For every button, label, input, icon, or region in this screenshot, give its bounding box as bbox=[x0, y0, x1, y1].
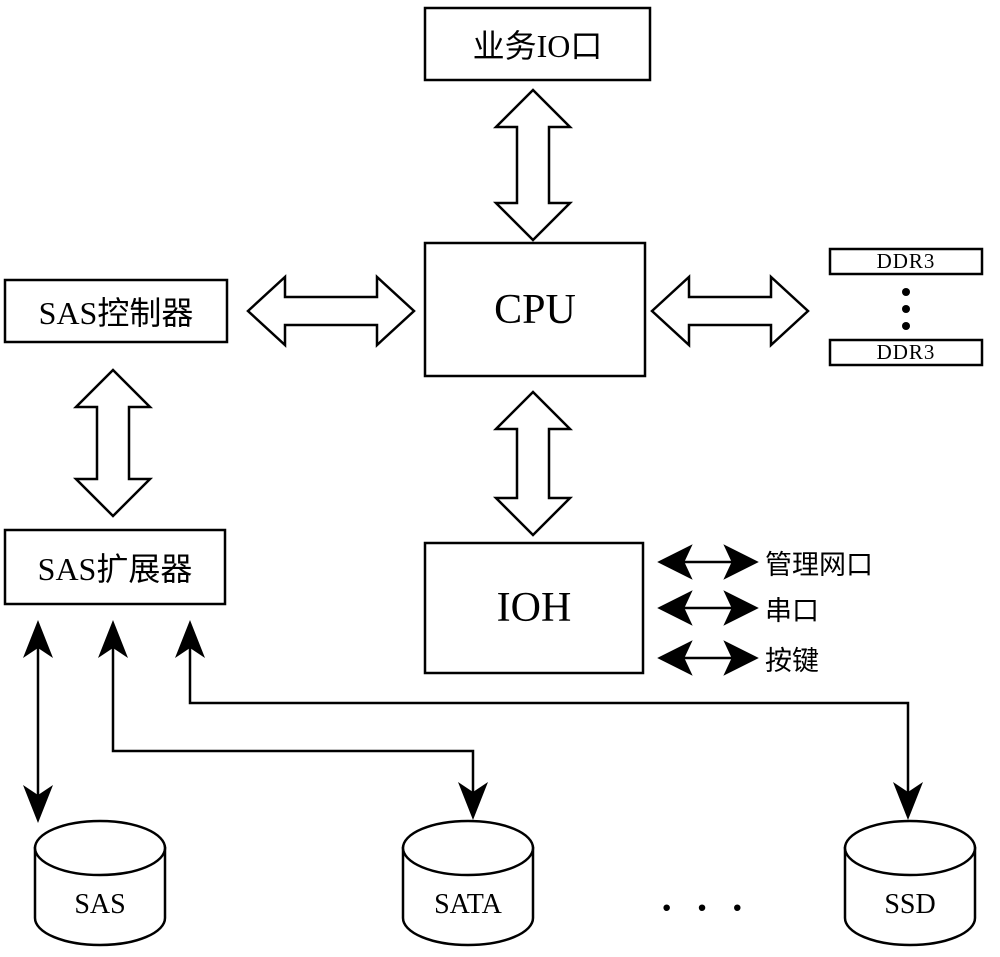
sas-disk-cylinder bbox=[33, 819, 167, 947]
arrow-cpu-ddr3 bbox=[650, 274, 810, 348]
ssd-disk-top bbox=[843, 819, 977, 877]
service-io-box bbox=[423, 6, 652, 82]
ddr3-module-bottom-box bbox=[828, 338, 984, 367]
ddr3-continuation-dots bbox=[902, 288, 910, 330]
arrow-service-io-cpu bbox=[492, 88, 574, 242]
ioh-box bbox=[423, 541, 645, 675]
sas-disk-top bbox=[33, 819, 167, 877]
ioh-port-arrows bbox=[657, 544, 759, 676]
ddr3-module-top-box bbox=[828, 247, 984, 276]
sas-expander-box bbox=[3, 528, 227, 606]
diagram-canvas: 业务IO口 CPU IOH SAS控制器 SAS扩展器 DDR3 DDR3 管理… bbox=[0, 0, 1000, 957]
diagram-vector-layer bbox=[3, 6, 984, 947]
sas-controller-box bbox=[3, 278, 229, 344]
arrow-sas-controller-expander bbox=[72, 368, 154, 518]
arrow-cpu-ioh bbox=[492, 390, 574, 537]
sata-disk-cylinder bbox=[401, 819, 535, 947]
ssd-disk-cylinder bbox=[843, 819, 977, 947]
cpu-box bbox=[423, 241, 647, 378]
sata-disk-top bbox=[401, 819, 535, 877]
arrow-sas-controller-cpu bbox=[246, 274, 416, 348]
connector-sata-disk bbox=[111, 628, 475, 812]
